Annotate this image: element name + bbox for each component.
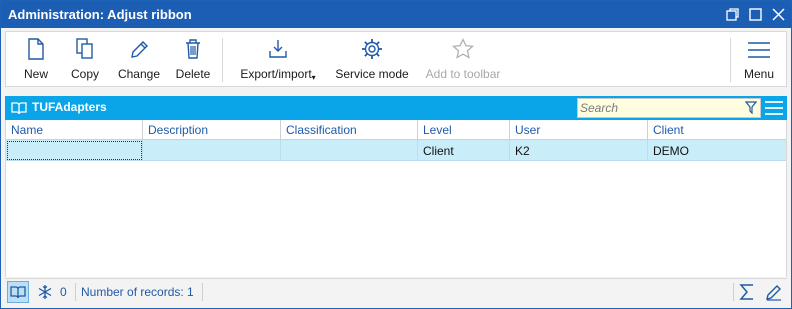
book-icon [11,101,27,118]
status-divider [202,283,203,301]
sum-icon[interactable] [739,283,755,304]
close-icon[interactable] [769,5,787,23]
export-import-button[interactable]: Export/import▾ [236,32,320,86]
record-count: Number of records: 1 [81,285,194,299]
dropdown-arrow-icon: ▾ [311,73,316,82]
column-header-client[interactable]: Client [648,120,786,140]
delete-button[interactable]: Delete [174,32,212,86]
window-title: Administration: Adjust ribbon [8,7,192,22]
column-header-name[interactable]: Name [6,120,143,140]
copy-button[interactable]: Copy [68,32,102,86]
grid-menu-icon[interactable] [765,100,783,119]
menu-label: Menu [743,67,775,81]
maximize-icon[interactable] [746,5,764,23]
add-to-toolbar-label: Add to toolbar [425,67,501,81]
hamburger-icon [747,32,771,62]
grid-header: TUFAdapters [5,96,787,120]
column-header-classification[interactable]: Classification [281,120,418,140]
cell-client[interactable]: DEMO [648,140,786,161]
ribbon-toolbar: New Copy Change Delete Export/import▾ Se… [5,31,787,87]
copy-label: Copy [70,67,99,81]
service-mode-label: Service mode [335,67,409,81]
column-header-user[interactable]: User [510,120,648,140]
delete-label: Delete [175,67,211,81]
filter-icon[interactable] [744,101,758,117]
search-box [577,98,761,118]
menu-button[interactable]: Menu [740,32,778,86]
pencil-icon [129,32,149,62]
cell-description[interactable] [143,140,281,161]
table-row[interactable]: Client K2 DEMO [6,140,786,161]
new-button[interactable]: New [20,32,52,86]
restore-icon[interactable] [723,5,741,23]
gear-icon [361,32,383,62]
new-label: New [23,67,48,81]
change-button[interactable]: Change [116,32,162,86]
frozen-count: 0 [60,285,67,299]
snowflake-icon[interactable] [37,284,53,303]
status-divider [75,283,76,301]
cell-user[interactable]: K2 [510,140,648,161]
grid-title: TUFAdapters [32,100,107,114]
toolbar-divider-right [730,38,731,82]
export-import-label: Export/import▾ [240,67,316,82]
edit-pencil-icon[interactable] [765,283,783,304]
toolbar-divider [222,38,223,82]
book-view-icon[interactable] [7,281,29,303]
star-icon [452,32,474,62]
data-table: Name Description Classification Level Us… [5,120,787,277]
copy-icon [75,32,95,62]
column-header-description[interactable]: Description [143,120,281,140]
new-document-icon [27,32,45,62]
trash-icon [184,32,202,62]
status-divider [733,283,734,301]
cell-name[interactable] [6,140,143,161]
cell-classification[interactable] [281,140,418,161]
cell-level[interactable]: Client [418,140,510,161]
title-bar: Administration: Adjust ribbon [1,1,791,28]
add-to-toolbar-button[interactable]: Add to toolbar [422,32,504,86]
download-tray-icon [268,32,288,62]
change-label: Change [117,67,161,81]
column-header-level[interactable]: Level [418,120,510,140]
status-bar: 0 Number of records: 1 [5,278,787,305]
admin-window: Administration: Adjust ribbon New Copy C… [0,0,792,309]
service-mode-button[interactable]: Service mode [334,32,410,86]
table-header: Name Description Classification Level Us… [6,120,786,140]
search-input[interactable] [580,100,740,116]
